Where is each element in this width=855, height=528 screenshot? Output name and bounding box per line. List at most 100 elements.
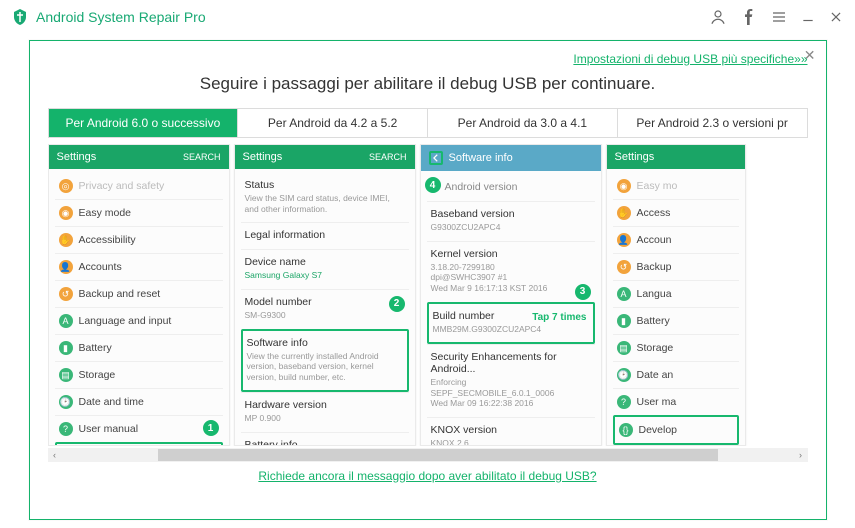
section-hardware: Hardware versionMP 0.900 [241,392,409,432]
account-icon: 👤 [617,233,631,247]
list-item: ✋Access [613,199,739,226]
list-item: ?User ma [613,388,739,415]
title-right [709,8,843,26]
title-left: Android System Repair Pro [12,8,206,26]
list-item: ◎Privacy and safety [55,173,223,199]
list-item: ▤Storage [55,361,223,388]
section-software-info: Software infoView the currently installe… [241,329,409,393]
accounts-icon: 👤 [59,260,73,274]
minimize-icon[interactable] [801,10,815,24]
list-item: ↺Backup and reset [55,280,223,307]
list-item: ✋Accessibility [55,226,223,253]
still-prompt-link[interactable]: Richiede ancora il messaggio dopo aver a… [258,469,596,483]
storage-icon: ▤ [59,368,73,382]
developer-options-row: {}Develop [613,415,739,445]
section-security: Security Enhancements for Android...Enfo… [427,344,595,417]
panel2-header-title: Settings [243,151,283,163]
panel-settings-1: Settings SEARCH ◎Privacy and safety ◉Eas… [48,144,230,446]
tab-android-30-41[interactable]: Per Android da 3.0 a 4.1 [428,109,618,137]
panel4-header: Settings [607,145,745,169]
section-build-number: Build numberMMB29M.G9300ZCU2APC4 Tap 7 t… [427,302,595,345]
instruction-panels: Settings SEARCH ◎Privacy and safety ◉Eas… [48,144,808,446]
storage-icon: ▤ [617,341,631,355]
list-item: ◉Easy mo [613,173,739,199]
about-device-row: iAbout device [55,442,223,446]
back-arrow-icon [429,151,443,165]
section-status: StatusView the SIM card status, device I… [241,173,409,222]
tab-android-6[interactable]: Per Android 6.0 o successivo [49,109,239,137]
panel1-header: Settings SEARCH [49,145,229,169]
facebook-icon[interactable] [741,9,757,25]
backup-icon: ↺ [617,260,631,274]
step-badge-4: 4 [425,177,441,193]
easy-icon: ◉ [617,179,631,193]
list-item: 👤Accoun [613,226,739,253]
panel1-header-search: SEARCH [183,152,221,162]
panel1-header-title: Settings [57,151,97,163]
step-badge-3: 3 [575,284,591,300]
bottom-link-row: Richiede ancora il messaggio dopo aver a… [48,468,808,483]
main-modal: ✕ Impostazioni di debug USB più specific… [29,40,827,520]
list-item: 🕑Date an [613,361,739,388]
access-icon: ✋ [617,206,631,220]
list-item: 🕑Date and time [55,388,223,415]
list-item: ↺Backup [613,253,739,280]
section-kernel: Kernel version3.18.20-7299180 dpi@SWHC39… [427,241,595,302]
list-item: ?User manual 1 [55,415,223,442]
panel2-header: Settings SEARCH [235,145,415,169]
section-baseband: Baseband versionG9300ZCU2APC4 [427,201,595,241]
backup-icon: ↺ [59,287,73,301]
language-icon: A [617,287,631,301]
battery-icon: ▮ [59,341,73,355]
tab-android-42-52[interactable]: Per Android da 4.2 a 5.2 [238,109,428,137]
panel3-header-title: Software info [449,152,513,164]
easy-mode-icon: ◉ [59,206,73,220]
horizontal-scrollbar[interactable]: ‹ › [48,448,808,462]
accessibility-icon: ✋ [59,233,73,247]
section-model: Model numberSM-G9300 2 [241,289,409,329]
step-badge-2: 2 [389,296,405,312]
manual-icon: ? [59,422,73,436]
app-logo-icon [12,8,28,26]
section-device-name: Device nameSamsung Galaxy S7 [241,249,409,289]
section-battery-info: Battery infoView your device's battery s… [241,432,409,446]
android-version-tabs: Per Android 6.0 o successivo Per Android… [48,108,808,138]
panel-settings-2: Settings SEARCH StatusView the SIM card … [234,144,416,446]
account-icon[interactable] [709,8,727,26]
menu-icon[interactable] [771,9,787,25]
scrollbar-thumb[interactable] [158,449,718,461]
panel3-header: Software info [421,145,601,171]
battery-icon: ▮ [617,314,631,328]
top-right-link-row: Impostazioni di debug USB più specifiche… [48,51,808,66]
list-item: ▮Battery [55,334,223,361]
date-icon: 🕑 [617,368,631,382]
panel-settings-4: Settings ◉Easy mo ✋Access 👤Accoun ↺Backu… [606,144,746,446]
step-badge-1: 1 [203,420,219,436]
panel4-header-title: Settings [615,151,655,163]
panel2-header-search: SEARCH [369,152,407,162]
modal-heading: Seguire i passaggi per abilitare il debu… [48,74,808,94]
manual-icon: ? [617,395,631,409]
tap-7-times-label: Tap 7 times [532,312,586,323]
tab-android-23[interactable]: Per Android 2.3 o versioni pr [618,109,807,137]
scroll-right-icon[interactable]: › [794,448,808,462]
language-icon: A [59,314,73,328]
title-bar: Android System Repair Pro [0,0,855,34]
list-item: ◉Easy mode [55,199,223,226]
scroll-left-icon[interactable]: ‹ [48,448,62,462]
developer-icon: {} [619,423,633,437]
list-item: 👤Accounts [55,253,223,280]
modal-close-icon[interactable]: ✕ [804,47,816,64]
panel-software-info: Software info 4 Android version Baseband… [420,144,602,446]
privacy-icon: ◎ [59,179,73,193]
section-knox: KNOX versionKNOX 2.6 Standard SDK 5.6.0 … [427,417,595,446]
date-icon: 🕑 [59,395,73,409]
usb-debug-specific-link[interactable]: Impostazioni di debug USB più specifiche… [573,52,807,66]
list-item: ALangua [613,280,739,307]
list-item: ▤Storage [613,334,739,361]
list-item: ▮Battery [613,307,739,334]
section-legal: Legal information [241,222,409,249]
close-icon[interactable] [829,10,843,24]
app-title: Android System Repair Pro [36,9,206,25]
list-item: ALanguage and input [55,307,223,334]
